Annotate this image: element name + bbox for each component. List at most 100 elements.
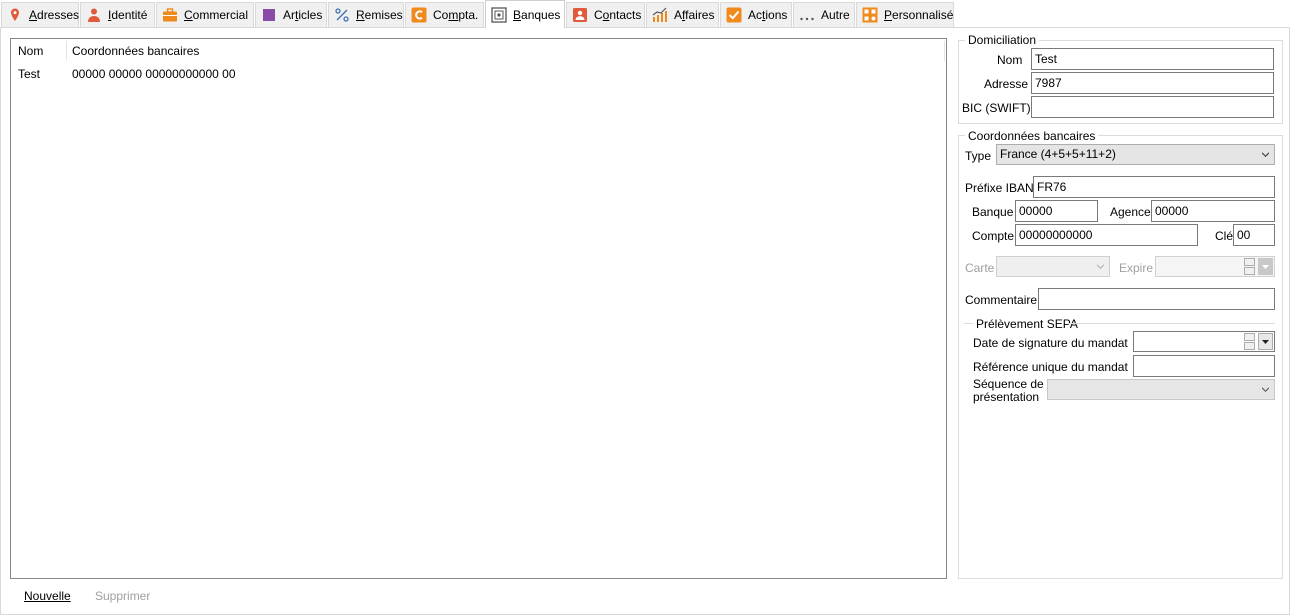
tab-commercial[interactable]: Commercial [156, 2, 254, 27]
tab-affaires[interactable]: Affaires [646, 2, 719, 27]
nom-field[interactable]: Test [1031, 48, 1274, 70]
sequence-select[interactable] [1047, 379, 1275, 400]
tab-articles-label: Articles [283, 8, 323, 22]
tab-personnalise-label: Personnalisé [884, 8, 954, 22]
list-header: Nom Coordonnées bancaires [11, 39, 946, 61]
domiciliation-title-text: Domiciliation [968, 33, 1037, 47]
tab-banques[interactable]: Banques [485, 0, 565, 28]
spin-up-icon[interactable] [1244, 258, 1255, 266]
spin-down-icon[interactable] [1244, 342, 1255, 350]
tab-banques-label: Banques [513, 7, 561, 22]
c-icon [411, 7, 427, 23]
column-separator[interactable] [66, 41, 67, 61]
carte-label: Carte [965, 261, 995, 275]
chevron-down-icon [1262, 387, 1269, 392]
date-signature-field[interactable] [1133, 331, 1275, 352]
expire-label: Expire [1119, 261, 1154, 275]
tab-contacts[interactable]: Contacts [566, 2, 645, 27]
tab-contacts-label: Contacts [594, 8, 642, 22]
date-signature-dropdown-button[interactable] [1258, 333, 1273, 350]
date-signature-spinner[interactable] [1244, 333, 1255, 350]
reference-mandat-field[interactable] [1133, 355, 1275, 377]
banque-label: Banque [972, 205, 1014, 219]
check-icon [726, 7, 742, 23]
adresse-field[interactable]: 7987 [1031, 72, 1274, 94]
safe-icon [491, 6, 507, 23]
tab-remises-label: Remises [356, 8, 403, 22]
sepa-separator-right [1068, 323, 1275, 324]
bank-list[interactable]: Nom Coordonnées bancaires Test 00000 000… [10, 38, 947, 579]
compte-field[interactable]: 00000000000 [1015, 224, 1198, 246]
tab-remises[interactable]: Remises [328, 2, 404, 27]
iban-label: Préfixe IBAN [965, 181, 1034, 195]
commentaire-field[interactable] [1038, 288, 1275, 310]
tab-identite[interactable]: Identité [80, 2, 155, 27]
nom-label: Nom [997, 53, 1023, 67]
tab-autre-label: Autre [821, 8, 850, 22]
expire-date-field[interactable] [1155, 256, 1275, 277]
contact-card-icon [572, 7, 588, 23]
tab-personnalise[interactable]: Personnalisé [856, 2, 954, 27]
carte-select[interactable] [996, 256, 1110, 277]
chevron-down-icon [1262, 152, 1269, 157]
bic-label: BIC (SWIFT) [962, 101, 1031, 115]
commentaire-label: Commentaire [965, 293, 1038, 307]
row-nom: Test [18, 67, 41, 81]
sepa-title: Prélèvement SEPA [976, 317, 1078, 331]
tab-adresses-label: Adresses [29, 8, 80, 22]
agence-field[interactable]: 00000 [1151, 200, 1275, 222]
row-coordonnees: 00000 00000 00000000000 00 [72, 67, 236, 81]
column-header-nom[interactable]: Nom [18, 44, 43, 58]
compte-label: Compte [972, 229, 1015, 243]
expire-spinner[interactable] [1244, 258, 1255, 275]
tab-compta-label: Compta. [433, 8, 479, 22]
column-separator[interactable] [944, 41, 945, 61]
reference-mandat-label: Référence unique du mandat [973, 360, 1128, 374]
banque-field[interactable]: 00000 [1015, 200, 1098, 222]
iban-field[interactable]: FR76 [1033, 176, 1275, 198]
delete-button[interactable]: Supprimer [95, 589, 150, 603]
tab-identite-label: Identité [108, 8, 148, 22]
spin-down-icon[interactable] [1244, 267, 1255, 275]
adresse-label: Adresse [984, 77, 1029, 91]
bic-field[interactable] [1031, 96, 1274, 118]
tab-autre[interactable]: Autre [793, 2, 855, 27]
tab-actions-label: Actions [748, 8, 788, 22]
tab-actions[interactable]: Actions [720, 2, 792, 27]
tab-compta[interactable]: Compta. [405, 2, 484, 27]
cle-label: Clé [1215, 229, 1234, 243]
column-header-coordonnees[interactable]: Coordonnées bancaires [72, 44, 199, 58]
date-signature-label: Date de signature du mandat [973, 336, 1128, 350]
agence-label: Agence [1110, 205, 1151, 219]
new-button[interactable]: Nouvelle [24, 589, 71, 603]
sequence-label-line2: présentation [973, 390, 1040, 404]
person-icon [86, 7, 102, 23]
chevron-down-icon [1262, 340, 1269, 344]
domiciliation-title: Domiciliation [965, 33, 1040, 47]
chart-up-icon [652, 7, 668, 23]
chevron-down-icon [1262, 265, 1269, 269]
delete-button-label: Supprimer [95, 589, 151, 603]
coordonnees-title: Coordonnées bancaires [965, 129, 1099, 143]
percent-icon [334, 7, 350, 23]
custom-grid-icon [862, 7, 878, 23]
sepa-separator-left [964, 323, 973, 324]
chevron-down-icon [1097, 264, 1104, 269]
coordonnees-title-text: Coordonnées bancaires [968, 129, 1096, 143]
new-button-label: Nouvelle [24, 589, 71, 603]
tab-bar: Adresses Identité Commercial Articles Re… [0, 0, 1291, 28]
briefcase-icon [162, 7, 178, 23]
type-select[interactable]: France (4+5+5+11+2) [996, 144, 1275, 165]
tab-affaires-label: Affaires [674, 8, 715, 22]
map-pin-icon [7, 7, 23, 23]
tab-adresses[interactable]: Adresses [1, 2, 79, 27]
type-select-value: France (4+5+5+11+2) [1000, 147, 1116, 161]
tab-commercial-label: Commercial [184, 8, 249, 22]
expire-dropdown-button[interactable] [1258, 258, 1273, 275]
sequence-label-line1: Séquence de [973, 377, 1044, 391]
ellipsis-icon [799, 7, 815, 23]
cle-field[interactable]: 00 [1233, 224, 1275, 246]
square-icon [261, 7, 277, 23]
spin-up-icon[interactable] [1244, 333, 1255, 341]
tab-articles[interactable]: Articles [255, 2, 327, 27]
